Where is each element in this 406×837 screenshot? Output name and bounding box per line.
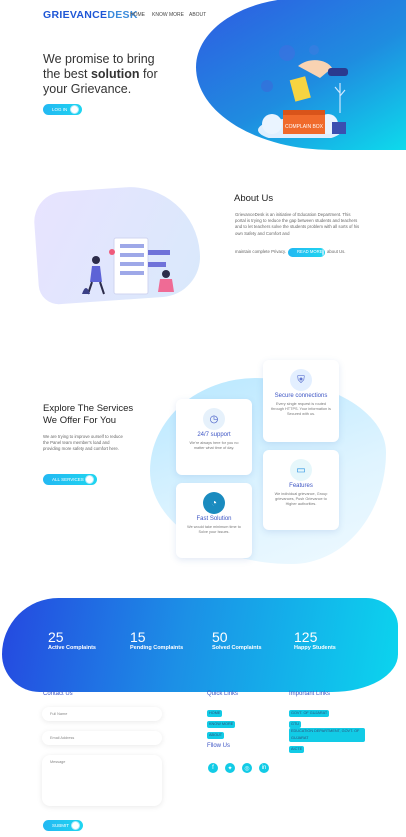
linkedin-icon[interactable]: in: [258, 762, 270, 774]
quick-link-know-more[interactable]: KNOW MORE: [207, 721, 236, 728]
timer-icon: ◔: [203, 492, 225, 514]
about-text-line2: maintain complete Privacy. READ MORE abo…: [235, 248, 361, 257]
stat-number: 25: [48, 629, 64, 645]
submit-label: SUBMIT: [52, 823, 70, 828]
hero-line2-bold: solution: [90, 67, 140, 81]
services-title-line2: We Offer For You: [43, 415, 117, 426]
about-title: About Us: [234, 193, 274, 204]
login-button[interactable]: LOG IN: [43, 104, 82, 115]
important-link-gtu[interactable]: GTU: [289, 721, 302, 728]
read-more-button[interactable]: READ MORE: [288, 248, 326, 257]
quick-link-home[interactable]: HOME: [207, 710, 223, 717]
services-title: Explore The Services We Offer For You: [43, 403, 133, 427]
card-support[interactable]: ◷ 24/7 support We're always here for you…: [176, 399, 252, 475]
stat-number: 125: [294, 629, 318, 645]
toggle-knob-icon: [71, 821, 80, 830]
hero-line3: your Grievance.: [43, 82, 132, 96]
important-links-title: Important Links: [289, 691, 331, 697]
twitter-icon[interactable]: ✦: [224, 762, 236, 774]
message-textarea[interactable]: Message: [42, 755, 162, 806]
quick-link-about[interactable]: ABOUT: [207, 732, 225, 739]
card-features[interactable]: ▭ Features We individual grievance, Grou…: [263, 450, 339, 530]
important-link-aicte[interactable]: AICTE: [289, 746, 305, 753]
important-link-govt[interactable]: GOVT. OF GUJARAT: [289, 710, 330, 717]
all-services-label: ALL SERVICES: [52, 477, 84, 482]
about-text: GrievanceDesk is an initiative of Educat…: [235, 212, 360, 236]
social-row: f ✦ ◎ in: [207, 762, 270, 774]
complain-box-label: COMPLAIN BOX: [285, 124, 324, 130]
card-title: Fast Solution: [196, 516, 232, 522]
important-link-education[interactable]: EDUCATION DEPARTMENT, GOVT. OF GUJARAT: [289, 728, 365, 742]
instagram-icon[interactable]: ◎: [241, 762, 253, 774]
nav-home[interactable]: HOME: [130, 12, 145, 18]
stat-label: Active Complaints: [48, 645, 96, 651]
login-label: LOG IN: [52, 107, 68, 112]
stat-pending: 15 Pending Complaints: [130, 629, 183, 651]
submit-button[interactable]: SUBMIT: [43, 820, 83, 831]
about-illustration: [82, 237, 174, 295]
hero-line1: We promise to bring: [43, 52, 155, 66]
card-desc: We individual grievance, Group grievance…: [274, 492, 328, 507]
hero-line2-pre: the best: [43, 67, 91, 81]
stat-number: 50: [212, 629, 228, 645]
clock-icon: ◷: [203, 408, 225, 430]
about-text2-post: about Us.: [327, 249, 346, 255]
card-title: 24/7 support: [197, 432, 231, 438]
facebook-icon[interactable]: f: [207, 762, 219, 774]
stat-label: Happy Students: [294, 645, 336, 651]
quick-links-title: Quick Links: [207, 691, 239, 697]
logo-part1: GRIEVANCE: [43, 9, 108, 21]
stat-active: 25 Active Complaints: [48, 629, 96, 651]
stat-label: Pending Complaints: [130, 645, 184, 651]
toggle-knob-icon: [85, 475, 94, 484]
services-title-line1: Explore The Services: [43, 403, 134, 414]
toggle-knob-icon: [322, 249, 325, 256]
card-secure-connections[interactable]: ⛨ Secure connections Every single reques…: [263, 360, 339, 442]
full-name-input[interactable]: Full Name: [42, 707, 162, 721]
card-title: Secure connections: [274, 393, 328, 399]
hero-line2: the best solution for: [43, 67, 193, 82]
important-links-list: GOVT. OF GUJARAT GTU EDUCATION DEPARTMEN…: [289, 706, 365, 753]
nav-know-more[interactable]: KNOW MORE: [152, 12, 184, 18]
services-desc: We are trying to improve ourself to redu…: [43, 434, 123, 452]
stat-happy: 125 Happy Students: [294, 629, 336, 651]
hero-title: We promise to bring the best solution fo…: [43, 52, 193, 97]
email-input[interactable]: Email Address: [42, 731, 162, 745]
contact-title: Contact Us: [43, 691, 73, 697]
follow-title: Fllow Us: [207, 743, 231, 749]
stat-label: Solved Complaints: [212, 645, 262, 651]
read-more-label: READ MORE: [297, 249, 323, 255]
nav-about[interactable]: ABOUT: [189, 12, 206, 18]
logo[interactable]: GRIEVANCEDESK: [43, 9, 138, 21]
all-services-button[interactable]: ALL SERVICES: [43, 474, 97, 485]
hero-line2-post: for: [139, 67, 158, 81]
stat-number: 15: [130, 629, 146, 645]
shield-icon: ⛨: [290, 369, 312, 391]
card-desc: We would take minimum time to Solve your…: [187, 525, 241, 535]
card-desc: Every single request is routed through H…: [271, 402, 331, 417]
toggle-knob-icon: [70, 105, 79, 114]
quick-links-list: HOME KNOW MORE ABOUT: [207, 706, 236, 739]
card-fast-solution[interactable]: ◔ Fast Solution We would take minimum ti…: [176, 483, 252, 558]
card-desc: We're always here for you no matter what…: [189, 441, 239, 451]
stat-solved: 50 Solved Complaints: [212, 629, 262, 651]
card-title: Features: [289, 483, 313, 489]
monitor-icon: ▭: [290, 459, 312, 481]
about-text2-pre: maintain complete Privacy.: [235, 249, 287, 255]
complain-box-illustration: COMPLAIN BOX: [258, 45, 348, 138]
